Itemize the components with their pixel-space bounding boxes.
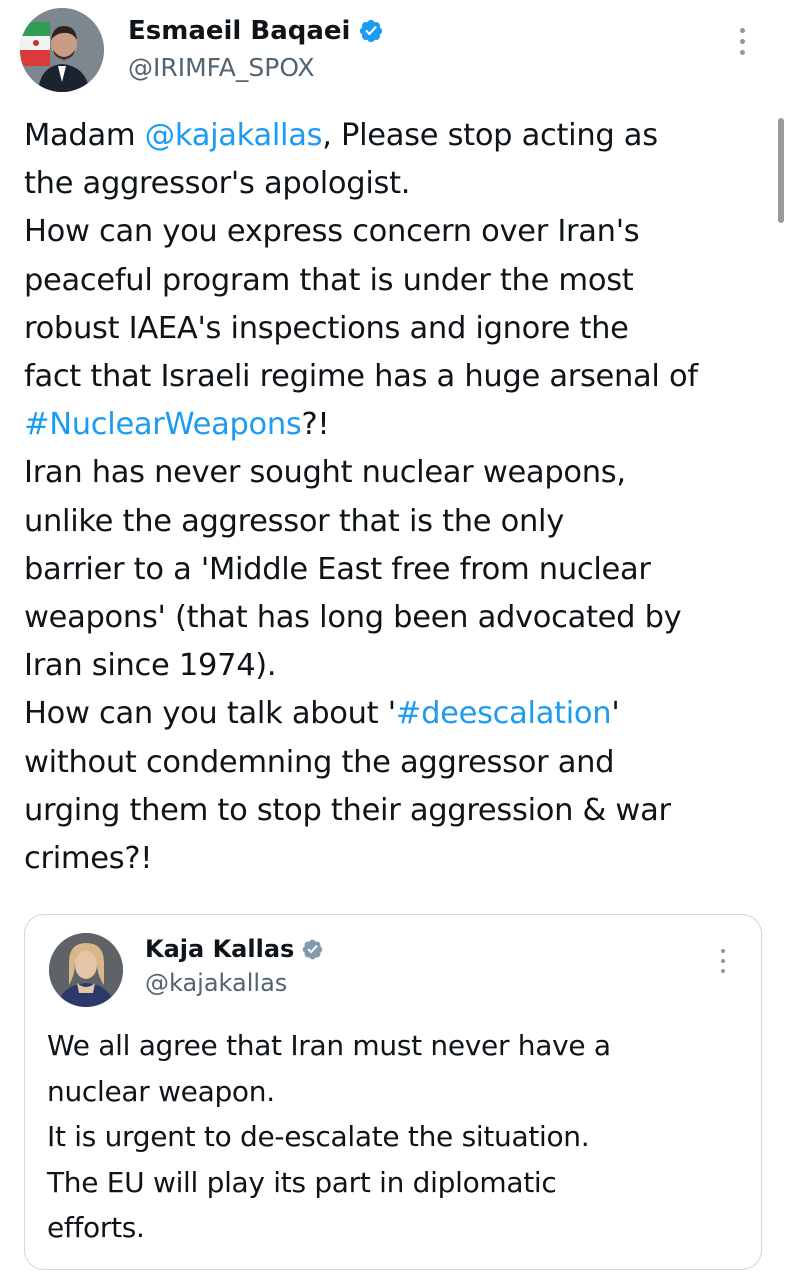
tweet-text-segment: , Please stop acting as xyxy=(322,118,658,153)
quoted-author-avatar-image xyxy=(49,933,123,1007)
quoted-tweet-text-line: It is urgent to de-escalate the situatio… xyxy=(47,1120,590,1153)
quoted-author-display-name[interactable]: Kaja Kallas xyxy=(145,933,294,965)
quoted-author-name-row[interactable]: Kaja Kallas xyxy=(145,933,324,965)
tweet-text-segment: unlike the aggressor that is the only xyxy=(24,503,564,539)
tweet-text-line: crimes?! xyxy=(24,835,769,883)
author-name-row[interactable]: Esmaeil Baqaei xyxy=(128,14,384,48)
tweet-text-line: weapons' (that has long been advocated b… xyxy=(24,594,769,642)
tweet-text-segment: weapons' (that has long been advocated b… xyxy=(24,600,682,636)
tweet-text-line: fact that Israeli regime has a huge arse… xyxy=(24,353,769,401)
tweet-text-line: How can you talk about '#deescalation' xyxy=(24,690,769,738)
tweet-text-segment: How can you talk about ' xyxy=(24,696,396,732)
quoted-tweet[interactable]: Kaja Kallas @kajakallas We all agree tha… xyxy=(24,914,762,1270)
author-handle[interactable]: @IRIMFA_SPOX xyxy=(128,52,315,84)
tweet-text: Madam @kajakallas, Please stop acting as… xyxy=(24,112,769,883)
tweet-text-line: #NuclearWeapons?! xyxy=(24,401,769,449)
quoted-tweet-text: We all agree that Iran must never have a… xyxy=(47,1023,747,1251)
tweet-text-segment: Madam xyxy=(24,118,145,153)
tweet-text-segment: without condemning the aggressor and xyxy=(24,744,615,780)
tweet-text-line: Iran since 1974). xyxy=(24,642,769,690)
tweet-text-segment: ' xyxy=(611,696,620,732)
author-avatar-image xyxy=(20,8,104,92)
tweet-text-segment: robust IAEA's inspections and ignore the xyxy=(24,310,629,346)
tweet-text-line: unlike the aggressor that is the only xyxy=(24,498,769,546)
tweet-text-segment: How can you express concern over Iran's xyxy=(24,214,640,250)
quoted-tweet-text-line: nuclear weapon. xyxy=(47,1074,275,1108)
scrollbar[interactable] xyxy=(778,118,784,223)
quoted-author-handle[interactable]: @kajakallas xyxy=(145,968,287,998)
quoted-tweet-text-line: efforts. xyxy=(47,1211,145,1244)
verified-badge-icon xyxy=(360,19,383,43)
tweet-text-segment: peaceful program that is under the most xyxy=(24,262,634,298)
hashtag-link[interactable]: #deescalation xyxy=(396,696,612,731)
quoted-tweet-text-line: We all agree that Iran must never have a xyxy=(47,1029,611,1062)
quoted-author-avatar[interactable] xyxy=(49,933,123,1007)
more-options-icon[interactable] xyxy=(732,28,752,62)
tweet-text-segment: ?! xyxy=(301,407,330,443)
quoted-more-options-icon[interactable] xyxy=(715,949,731,979)
tweet-text-line: Iran has never sought nuclear weapons, xyxy=(24,449,769,497)
tweet-text-segment: fact that Israeli regime has a huge arse… xyxy=(24,359,698,395)
author-display-name[interactable]: Esmaeil Baqaei xyxy=(128,14,350,48)
tweet[interactable]: Esmaeil Baqaei @IRIMFA_SPOX Madam @kajak… xyxy=(0,0,787,1280)
author-avatar[interactable] xyxy=(20,8,104,92)
gray-verified-badge-icon xyxy=(302,939,323,959)
tweet-text-line: Madam @kajakallas, Please stop acting as xyxy=(24,112,769,160)
tweet-text-segment: the aggressor's apologist. xyxy=(24,166,411,202)
quoted-tweet-text-line: The EU will play its part in diplomatic xyxy=(47,1165,557,1199)
tweet-text-line: the aggressor's apologist. xyxy=(24,160,769,208)
tweet-text-segment: Iran since 1974). xyxy=(24,648,277,684)
mention-link[interactable]: @kajakallas xyxy=(145,118,323,153)
tweet-text-line: robust IAEA's inspections and ignore the xyxy=(24,305,769,353)
tweet-text-line: without condemning the aggressor and xyxy=(24,739,769,787)
tweet-text-segment: barrier to a 'Middle East free from nucl… xyxy=(24,551,651,587)
tweet-text-segment: crimes?! xyxy=(24,841,153,877)
hashtag-link[interactable]: #NuclearWeapons xyxy=(24,407,302,442)
tweet-text-segment: urging them to stop their aggression & w… xyxy=(24,792,671,828)
tweet-text-line: How can you express concern over Iran's xyxy=(24,208,769,256)
tweet-text-line: peaceful program that is under the most xyxy=(24,257,769,305)
tweet-text-segment: Iran has never sought nuclear weapons, xyxy=(24,455,626,491)
tweet-text-line: urging them to stop their aggression & w… xyxy=(24,787,769,835)
tweet-text-line: barrier to a 'Middle East free from nucl… xyxy=(24,546,769,594)
